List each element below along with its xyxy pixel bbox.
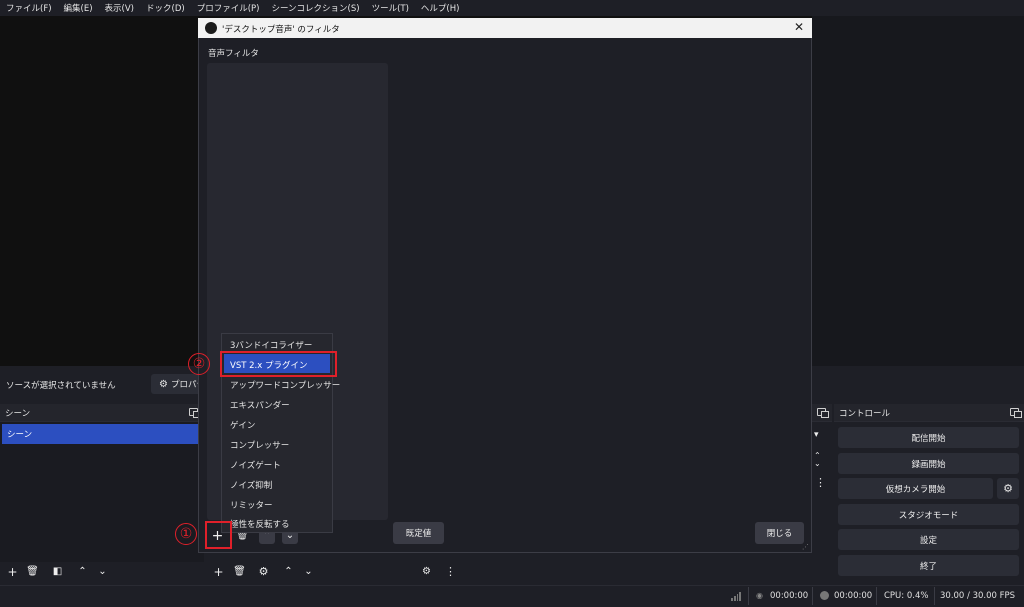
menu-dock[interactable]: ドック(D) [140, 2, 191, 14]
undock-icon[interactable] [189, 408, 201, 418]
chevron-down-icon: ⌄ [304, 566, 313, 577]
plus-icon: + [213, 564, 224, 579]
source-move-up-button[interactable]: ⌃ [280, 563, 297, 580]
gear-icon: ⚙ [159, 378, 168, 390]
annotation-step-1: ① [175, 523, 197, 545]
kebab-menu-icon: ⋮ [445, 565, 456, 578]
menu-item-invert-polarity[interactable]: 極性を反転する [230, 518, 290, 530]
close-icon[interactable]: ✕ [794, 20, 804, 34]
menu-item-noise-suppression[interactable]: ノイズ抑制 [230, 479, 272, 491]
settings-button[interactable]: 設定 [838, 529, 1019, 550]
chevron-down-icon: ⌄ [98, 566, 107, 577]
annotation-highlight-vst [220, 351, 337, 377]
mixer-menu-button[interactable]: ⋮ [442, 563, 459, 580]
menu-scene-collection[interactable]: シーンコレクション(S) [265, 2, 365, 14]
menu-item-3band-eq[interactable]: 3バンドイコライザー [230, 339, 312, 351]
trash-icon: 🗑 [233, 566, 246, 577]
cpu-usage: CPU: 0.4% [884, 591, 929, 601]
source-properties-button[interactable]: ⚙ [255, 563, 272, 580]
transition-dropdown-arrow-icon[interactable]: ▾ [814, 430, 819, 440]
record-time: 00:00:00 [834, 591, 873, 601]
fps-readout: 30.00 / 30.00 FPS [940, 591, 1016, 601]
preview-side-area [812, 16, 1024, 366]
menu-item-compressor[interactable]: コンプレッサー [230, 439, 289, 451]
source-move-down-button[interactable]: ⌄ [300, 563, 317, 580]
trash-icon: 🗑 [26, 566, 39, 577]
gears-icon: ⚙ [422, 566, 431, 577]
add-source-button[interactable]: + [210, 563, 227, 580]
transition-menu-icon[interactable]: ⋮ [815, 476, 826, 489]
menu-item-expander[interactable]: エキスパンダー [230, 399, 290, 411]
add-scene-button[interactable]: + [4, 563, 21, 580]
scene-list-item[interactable]: シーン [2, 424, 202, 444]
menu-help[interactable]: ヘルプ(H) [415, 2, 466, 14]
signal-strength-icon [731, 592, 741, 601]
close-button[interactable]: 閉じる [755, 522, 804, 544]
menu-profile[interactable]: プロファイル(P) [191, 2, 266, 14]
chevron-up-icon: ⌃ [78, 566, 87, 577]
dialog-title: 'デスクトップ音声' のフィルタ [222, 25, 340, 35]
scene-move-down-button[interactable]: ⌄ [94, 563, 111, 580]
remove-source-button[interactable]: 🗑 [231, 563, 248, 580]
plus-icon: + [7, 564, 18, 579]
annotation-highlight-add [205, 521, 232, 549]
start-virtual-camera-button[interactable]: 仮想カメラ開始 [838, 478, 993, 499]
start-recording-button[interactable]: 録画開始 [838, 453, 1019, 474]
studio-mode-button[interactable]: スタジオモード [838, 504, 1019, 525]
undock-icon[interactable] [1010, 408, 1022, 418]
gear-icon: ⚙ [258, 565, 269, 578]
filter-icon: ◧ [52, 566, 63, 577]
defaults-button[interactable]: 既定値 [393, 522, 444, 544]
undock-icon[interactable] [817, 408, 829, 418]
exit-button[interactable]: 終了 [838, 555, 1019, 576]
obs-logo-icon [205, 22, 217, 34]
no-source-label: ソースが選択されていません [6, 381, 116, 391]
mixer-advanced-audio-button[interactable]: ⚙ [418, 563, 435, 580]
stream-time: 00:00:00 [770, 591, 809, 601]
remove-scene-button[interactable]: 🗑 [24, 563, 41, 580]
menu-item-noise-gate[interactable]: ノイズゲート [230, 459, 281, 471]
menu-item-gain[interactable]: ゲイン [230, 419, 255, 431]
menu-item-limiter[interactable]: リミッター [230, 499, 273, 511]
gear-icon: ⚙ [1003, 482, 1013, 495]
annotation-step-2: ② [188, 353, 210, 375]
dialog-title-bar: 'デスクトップ音声' のフィルタ ✕ [198, 18, 812, 38]
start-streaming-button[interactable]: 配信開始 [838, 427, 1019, 448]
scene-filters-button[interactable]: ◧ [49, 563, 66, 580]
duration-spinner-icon[interactable]: ⌃ ⌄ [814, 452, 821, 468]
properties-button[interactable]: ⚙ プロパティ [151, 374, 203, 394]
chevron-up-icon: ⌃ [284, 566, 293, 577]
resize-grip-icon[interactable]: ⋰ [802, 543, 809, 551]
scenes-dock-title: シーン [0, 404, 204, 422]
menu-edit[interactable]: 編集(E) [58, 2, 99, 14]
stream-status-icon: ◉ [756, 591, 763, 600]
record-status-icon [820, 591, 829, 600]
menu-bar: ファイル(F) 編集(E) 表示(V) ドック(D) プロファイル(P) シーン… [0, 0, 1024, 16]
virtual-camera-settings-button[interactable]: ⚙ [997, 478, 1019, 499]
scene-move-up-button[interactable]: ⌃ [74, 563, 91, 580]
menu-view[interactable]: 表示(V) [99, 2, 140, 14]
audio-filters-label: 音声フィルタ [208, 49, 259, 59]
menu-file[interactable]: ファイル(F) [0, 2, 58, 14]
menu-item-upward-compressor[interactable]: アップワードコンプレッサー [230, 379, 340, 391]
controls-dock-title: コントロール [834, 404, 1024, 422]
menu-tools[interactable]: ツール(T) [366, 2, 415, 14]
